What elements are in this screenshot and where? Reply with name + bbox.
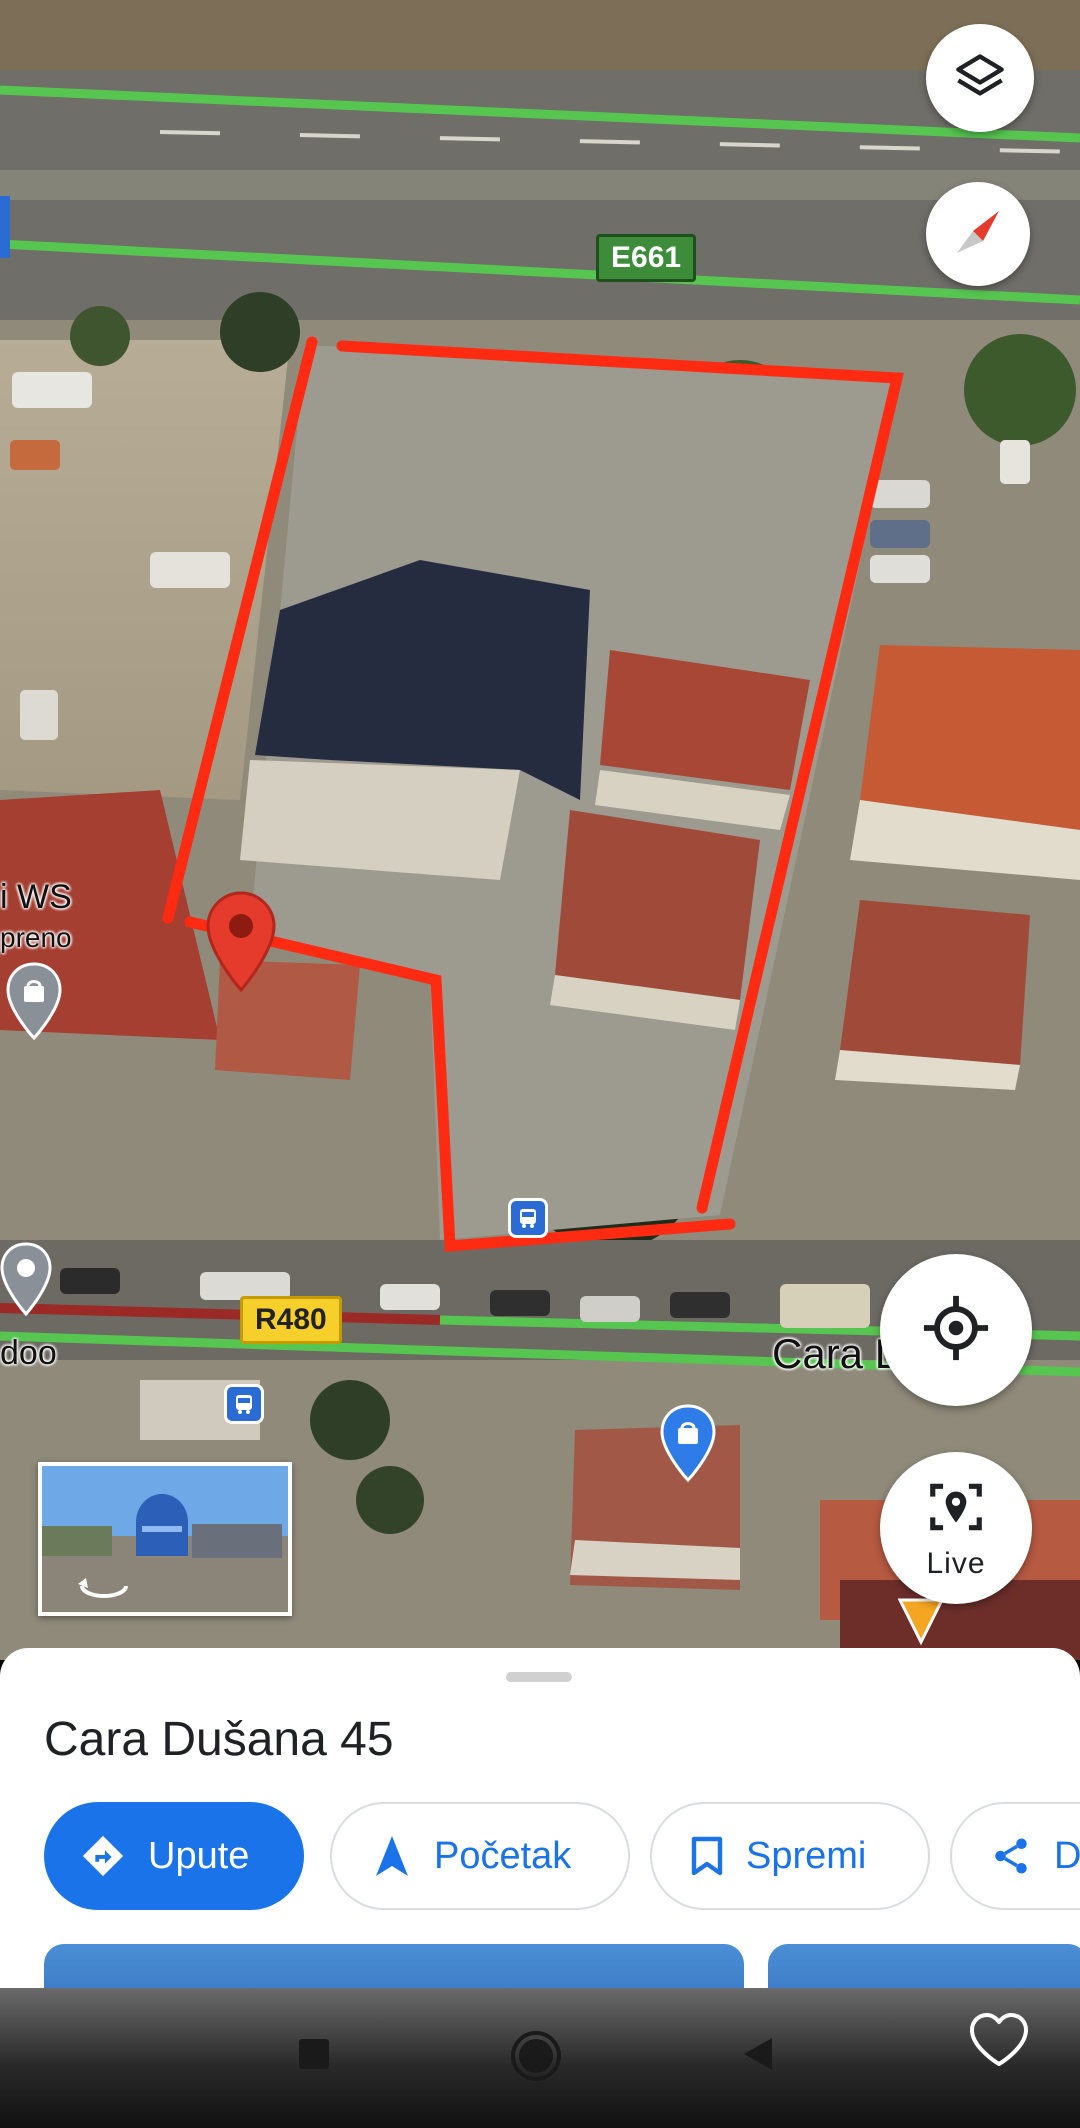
map-view[interactable]: E661 R480 i WS preno doo Cara D Live bbox=[0, 0, 1080, 1660]
start-navigation-button[interactable]: Početak bbox=[330, 1802, 630, 1910]
directions-button[interactable]: Upute bbox=[44, 1802, 304, 1910]
live-view-button[interactable]: Live bbox=[880, 1452, 1032, 1604]
my-location-icon bbox=[921, 1293, 991, 1368]
bookmark-icon bbox=[690, 1835, 724, 1877]
save-button[interactable]: Spremi bbox=[650, 1802, 930, 1910]
back-button[interactable] bbox=[736, 2034, 780, 2078]
recents-button[interactable] bbox=[296, 2038, 332, 2074]
share-button[interactable]: D bbox=[950, 1802, 1080, 1910]
home-button[interactable] bbox=[508, 2030, 564, 2086]
directions-label: Upute bbox=[148, 1834, 250, 1877]
satellite-imagery bbox=[0, 0, 1080, 1660]
my-location-button[interactable] bbox=[880, 1254, 1032, 1406]
heart-icon bbox=[968, 2012, 1030, 2073]
layers-icon bbox=[954, 50, 1006, 107]
favorite-button[interactable] bbox=[966, 2012, 1032, 2072]
poi-label-ws[interactable]: i WS bbox=[0, 878, 72, 917]
street-view-thumbnail[interactable] bbox=[38, 1462, 292, 1616]
live-view-icon bbox=[925, 1476, 987, 1543]
directions-icon bbox=[80, 1833, 126, 1879]
route-badge-e661[interactable]: E661 bbox=[596, 234, 697, 282]
back-icon bbox=[738, 2034, 778, 2079]
shopping-pin-icon[interactable] bbox=[660, 1404, 716, 1489]
recents-icon bbox=[297, 2037, 331, 2076]
compass-icon bbox=[949, 203, 1007, 266]
share-icon bbox=[990, 1835, 1032, 1877]
place-photo[interactable] bbox=[768, 1944, 1080, 1988]
save-label: Spremi bbox=[746, 1834, 867, 1877]
poi-label-doo[interactable]: doo bbox=[0, 1334, 57, 1373]
poi-sublabel: preno bbox=[0, 922, 72, 953]
live-view-label: Live bbox=[926, 1546, 986, 1580]
navigation-arrow-icon bbox=[372, 1834, 412, 1878]
drag-handle[interactable] bbox=[506, 1672, 572, 1682]
home-icon bbox=[509, 2029, 563, 2088]
system-navigation-bar bbox=[0, 1988, 1080, 2128]
compass-button[interactable] bbox=[926, 182, 1030, 286]
place-photo[interactable] bbox=[44, 1944, 744, 1988]
place-pin-icon[interactable] bbox=[896, 1596, 946, 1651]
place-bottom-sheet[interactable]: Cara Dušana 45 Upute Početak Spremi D bbox=[0, 1648, 1080, 1988]
route-badge-r480[interactable]: R480 bbox=[240, 1296, 342, 1344]
bus-stop-icon[interactable] bbox=[224, 1384, 264, 1424]
place-title: Cara Dušana 45 bbox=[44, 1713, 394, 1766]
share-label: D bbox=[1054, 1834, 1080, 1877]
shopping-pin-icon[interactable] bbox=[6, 962, 62, 1047]
location-pin-icon[interactable] bbox=[0, 1242, 52, 1323]
selected-place-pin-icon[interactable] bbox=[204, 890, 278, 999]
start-label: Početak bbox=[434, 1834, 572, 1877]
place-actions-row[interactable]: Upute Početak Spremi D bbox=[44, 1802, 1080, 1912]
bus-stop-icon[interactable] bbox=[508, 1198, 548, 1238]
layers-button[interactable] bbox=[926, 24, 1034, 132]
